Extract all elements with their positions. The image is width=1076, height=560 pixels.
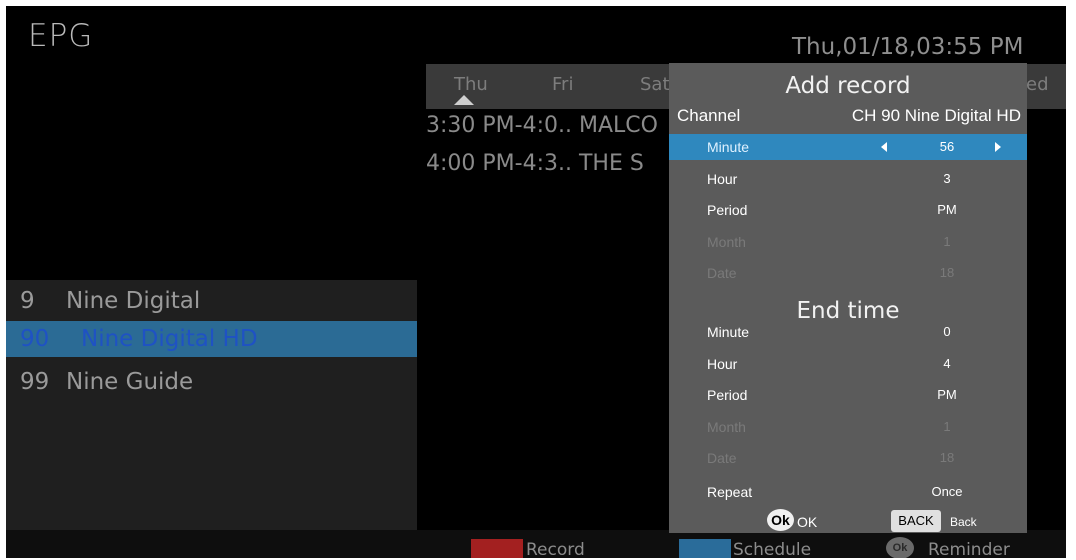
program-time: 3:30 PM-4:0.. [426, 113, 572, 138]
field-label: Month [707, 419, 746, 435]
start-period-field[interactable]: Period PM [669, 197, 1027, 222]
program-row[interactable]: 3:30 PM-4:0.. MALCO [426, 113, 658, 138]
start-hour-field[interactable]: Hour 3 [669, 166, 1027, 191]
field-label: Date [707, 265, 737, 281]
field-label: Date [707, 450, 737, 466]
field-value: PM [937, 202, 957, 217]
field-value: 0 [943, 324, 951, 339]
day-tab-sat[interactable]: Sat [640, 74, 670, 95]
day-selected-caret-icon [454, 95, 474, 105]
day-tab-fri[interactable]: Fri [552, 74, 573, 95]
color-key-legend: Record Schedule Ok Reminder [6, 530, 1066, 558]
end-month-field: Month 1 [669, 414, 1027, 439]
legend-schedule: Schedule [733, 540, 812, 558]
legend-record: Record [526, 540, 585, 558]
start-month-field: Month 1 [669, 229, 1027, 254]
red-key-icon [471, 539, 523, 558]
arrow-left-icon[interactable] [881, 142, 887, 152]
program-name: MALCO [578, 113, 658, 138]
program-time: 4:00 PM-4:3.. [426, 151, 572, 176]
field-value: 4 [943, 356, 951, 371]
ok-button[interactable]: OK [797, 514, 817, 530]
ok-key-icon: Ok [886, 537, 914, 558]
start-date-field: Date 18 [669, 260, 1027, 285]
channel-item[interactable]: 99 Nine Guide [6, 364, 417, 400]
channel-label: Channel [677, 106, 741, 125]
channel-name: Nine Digital [66, 288, 201, 314]
channel-item-selected[interactable]: 90 Nine Digital HD [6, 321, 417, 357]
day-tab-wed[interactable]: ed [1026, 74, 1049, 95]
field-value: 1 [943, 419, 951, 434]
field-label: Minute [707, 139, 750, 155]
channel-number: 99 [20, 369, 50, 395]
ok-key-icon[interactable]: Ok [767, 509, 794, 531]
back-key-icon[interactable]: BACK [891, 510, 941, 532]
channel-item[interactable]: 9 Nine Digital [6, 283, 417, 319]
channel-value: CH 90 Nine Digital HD [851, 106, 1021, 125]
field-label: Repeat [707, 484, 753, 500]
blue-key-icon [679, 539, 731, 558]
clock-datetime: Thu,01/18,03:55 PM [792, 34, 1024, 60]
field-value: 18 [939, 265, 955, 280]
legend-reminder: Reminder [928, 540, 1010, 558]
day-tab-thu[interactable]: Thu [454, 74, 488, 95]
field-value: 1 [943, 234, 951, 249]
field-label: Month [707, 234, 746, 250]
field-label: Period [707, 202, 748, 218]
channel-name: Nine Digital HD [81, 326, 258, 352]
end-hour-field[interactable]: Hour 4 [669, 351, 1027, 376]
page-title: EPG [28, 18, 94, 54]
field-label: Period [707, 387, 748, 403]
field-label: Hour [707, 171, 738, 187]
program-name: THE S [578, 151, 644, 176]
field-value: Once [931, 484, 963, 499]
field-value: 18 [939, 450, 955, 465]
start-minute-field[interactable]: Minute 56 [669, 134, 1027, 160]
add-record-dialog: Add record Channel CH 90 Nine Digital HD… [669, 63, 1027, 533]
repeat-field[interactable]: Repeat Once [669, 479, 1027, 504]
dialog-title: Add record [785, 73, 911, 99]
channel-name: Nine Guide [66, 369, 194, 395]
arrow-right-icon[interactable] [995, 142, 1001, 152]
field-value: 56 [939, 139, 955, 154]
end-minute-field[interactable]: Minute 0 [669, 319, 1027, 344]
end-date-field: Date 18 [669, 445, 1027, 470]
field-label: Hour [707, 356, 738, 372]
field-label: Minute [707, 324, 750, 340]
tv-screen: EPG Thu,01/18,03:55 PM Thu Fri Sat ed 3:… [6, 6, 1066, 558]
channel-number: 9 [20, 288, 35, 314]
channel-number: 90 [20, 326, 50, 352]
back-button[interactable]: Back [950, 515, 977, 529]
end-period-field[interactable]: Period PM [669, 382, 1027, 407]
program-row[interactable]: 4:00 PM-4:3.. THE S [426, 151, 644, 176]
field-value: 3 [943, 171, 951, 186]
field-value: PM [937, 387, 957, 402]
channel-list: 9 Nine Digital 90 Nine Digital HD 99 Nin… [6, 280, 417, 530]
